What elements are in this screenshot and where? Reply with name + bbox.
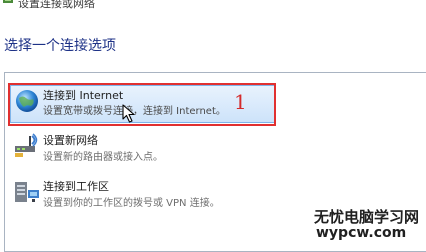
watermark-title: 无忧电脑学习网 bbox=[314, 208, 420, 226]
option-description: 设置到你的工作区的拨号或 VPN 连接。 bbox=[43, 198, 220, 209]
network-icon bbox=[3, 0, 13, 3]
watermark-url: wypcw.com bbox=[316, 225, 407, 241]
option-title: 设置新网络 bbox=[43, 134, 98, 147]
page-heading: 选择一个连接选项 bbox=[4, 38, 116, 54]
mouse-cursor-icon bbox=[122, 104, 135, 123]
option-title: 连接到工作区 bbox=[43, 180, 109, 193]
option-description: 设置新的路由器或接入点。 bbox=[43, 152, 163, 163]
window-title: 设置连接或网络 bbox=[18, 0, 95, 10]
workplace-icon bbox=[15, 182, 39, 202]
annotation-number: 1 bbox=[234, 90, 247, 114]
title-bar: 设置连接或网络 bbox=[0, 0, 426, 14]
option-new-network[interactable]: 设置新网络 设置新的路由器或接入点。 bbox=[11, 130, 411, 172]
router-icon bbox=[15, 133, 38, 157]
